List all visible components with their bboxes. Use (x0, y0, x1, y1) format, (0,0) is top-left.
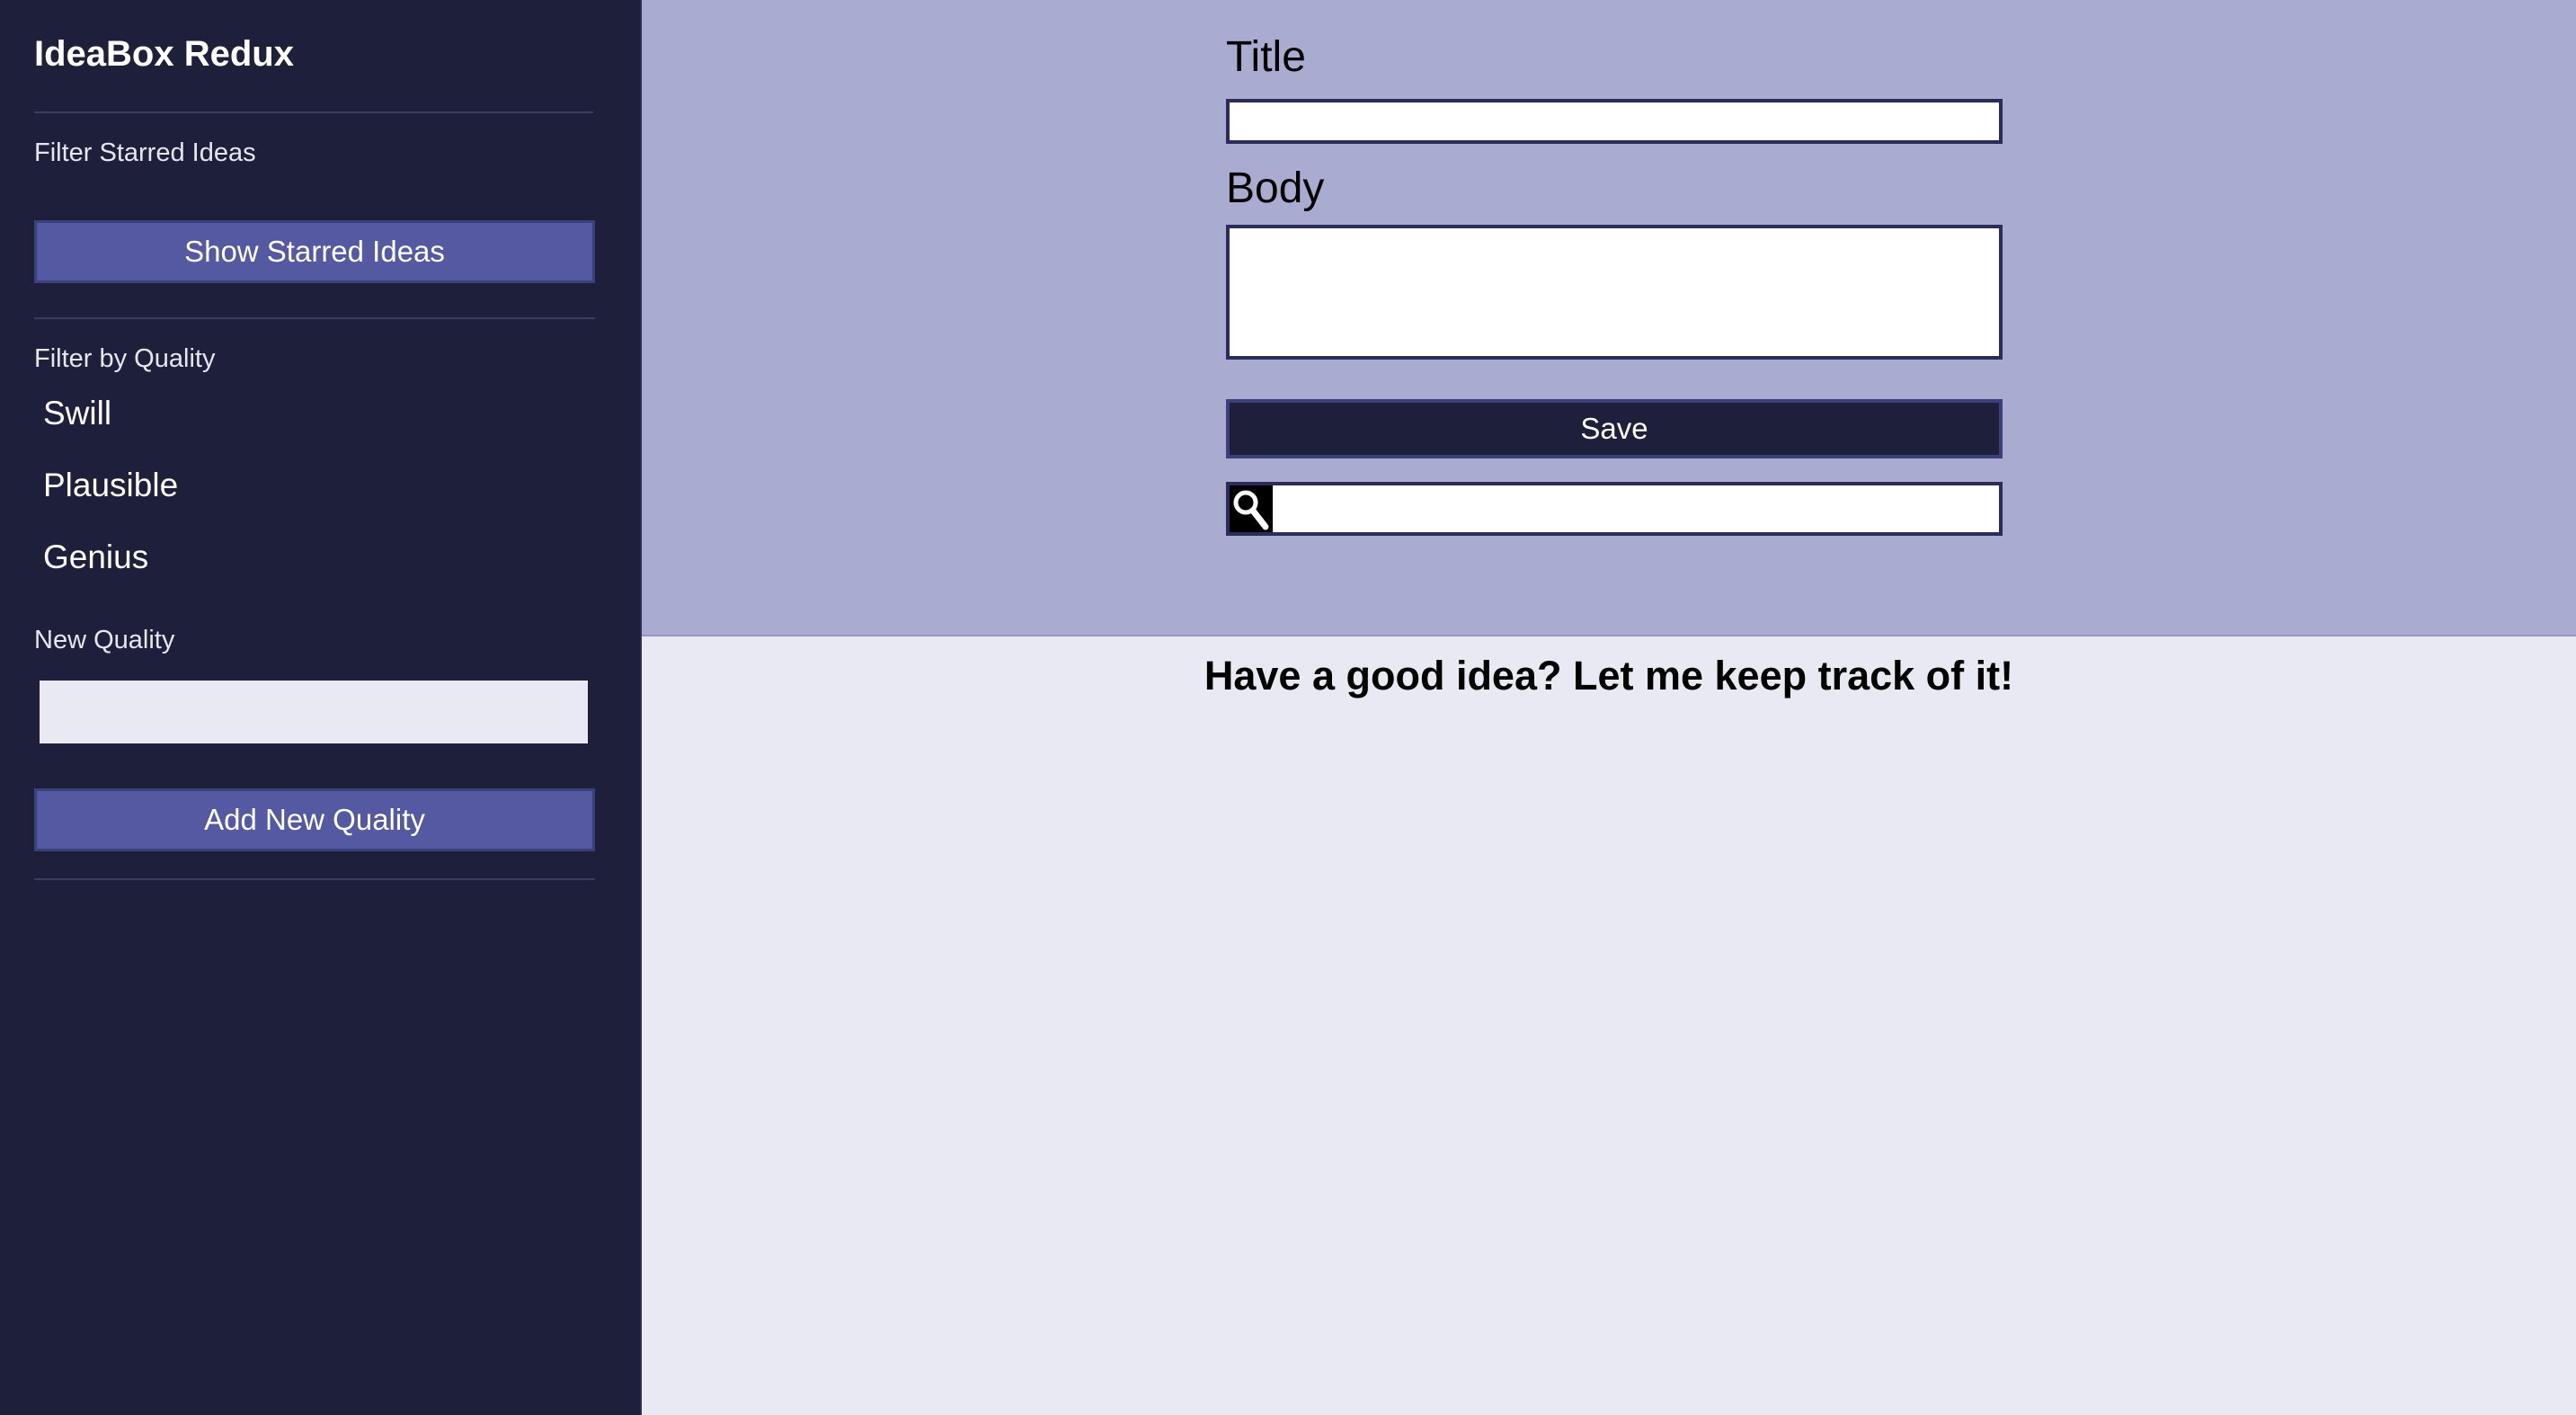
quality-item-swill[interactable]: Swill (34, 394, 593, 466)
main-content: Title Body Save Have a good idea? Let me… (642, 0, 2576, 1415)
sidebar-divider (34, 878, 595, 880)
title-input[interactable] (1226, 99, 2003, 144)
quality-list: Swill Plausible Genius (34, 394, 593, 610)
filter-quality-label: Filter by Quality (34, 344, 216, 373)
new-quality-input[interactable] (40, 681, 588, 743)
search-box (1226, 482, 2003, 536)
idea-form: Title Body Save (642, 0, 2576, 636)
quality-item-genius[interactable]: Genius (34, 538, 593, 610)
filter-starred-label: Filter Starred Ideas (34, 138, 256, 167)
search-input[interactable] (1273, 485, 1999, 532)
add-quality-button[interactable]: Add New Quality (34, 788, 595, 851)
app-title: IdeaBox Redux (34, 0, 593, 113)
sidebar-divider (34, 317, 595, 319)
title-label: Title (1226, 33, 1306, 81)
search-icon (1230, 485, 1273, 532)
new-quality-label: New Quality (34, 626, 175, 654)
body-label: Body (1226, 165, 1325, 212)
app-root: IdeaBox Redux Filter Starred Ideas Show … (0, 0, 2576, 1415)
show-starred-button[interactable]: Show Starred Ideas (34, 220, 595, 283)
sidebar: IdeaBox Redux Filter Starred Ideas Show … (0, 0, 642, 1415)
quality-item-plausible[interactable]: Plausible (34, 466, 593, 538)
tagline: Have a good idea? Let me keep track of i… (1204, 653, 2014, 699)
save-button[interactable]: Save (1226, 399, 2003, 458)
body-input[interactable] (1226, 225, 2003, 360)
